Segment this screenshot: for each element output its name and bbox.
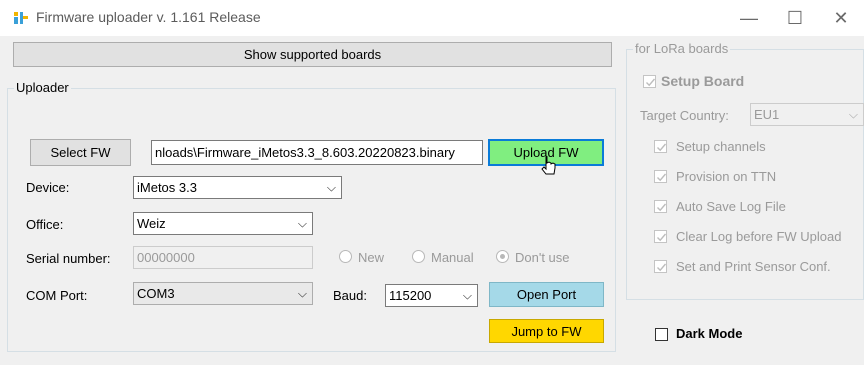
target-country-label: Target Country: (640, 108, 729, 123)
close-icon: ✕ (833, 7, 849, 28)
checkmark-icon (657, 263, 667, 272)
checkmark-icon (657, 233, 667, 242)
serial-number-label: Serial number: (26, 251, 111, 266)
jump-to-fw-label: Jump to FW (511, 323, 582, 339)
jump-to-fw-button[interactable]: Jump to FW (489, 319, 604, 343)
show-supported-boards-label: Show supported boards (243, 47, 382, 62)
firmware-path-value: nloads\Firmware_iMetos3.3_8.603.20220823… (155, 145, 455, 160)
provision-ttn-label: Provision on TTN (676, 169, 777, 184)
com-port-dropdown[interactable]: COM3 ⌵ (133, 282, 313, 305)
clear-log-label: Clear Log before FW Upload (676, 229, 842, 244)
chevron-down-icon: ⌵ (297, 286, 307, 300)
office-dropdown[interactable]: Weiz ⌵ (133, 212, 313, 235)
print-sensor-conf-checkbox[interactable] (654, 260, 667, 273)
radio-manual[interactable] (412, 250, 425, 263)
chevron-down-icon: ⌵ (297, 216, 307, 230)
auto-save-log-label: Auto Save Log File (676, 199, 786, 214)
com-port-label: COM Port: (26, 288, 88, 303)
show-supported-boards-button[interactable]: Show supported boards (13, 42, 612, 67)
auto-save-log-checkbox[interactable] (654, 200, 667, 213)
baud-label: Baud: (333, 288, 367, 303)
target-country-value: EU1 (754, 107, 780, 122)
app-icon (13, 10, 29, 26)
select-fw-label: Select FW (50, 145, 111, 160)
baud-value: 115200 (389, 288, 432, 303)
setup-channels-label: Setup channels (676, 139, 766, 154)
radio-dont-use-label: Don't use (515, 250, 570, 265)
print-sensor-conf-label: Set and Print Sensor Conf. (676, 259, 831, 274)
minimize-icon: — (740, 7, 758, 28)
target-country-dropdown[interactable]: EU1 ⌵ (750, 103, 864, 126)
minimize-button[interactable]: — (726, 0, 772, 36)
title-bar: Firmware uploader v. 1.161 Release — ☐ ✕ (0, 0, 864, 36)
com-port-value: COM3 (137, 286, 175, 301)
baud-dropdown[interactable]: 115200 ⌵ (385, 284, 478, 307)
device-value: iMetos 3.3 (137, 180, 197, 195)
chevron-down-icon: ⌵ (326, 180, 336, 194)
serial-number-value: 00000000 (137, 250, 195, 265)
checkmark-icon (657, 203, 667, 212)
serial-number-field[interactable]: 00000000 (133, 246, 313, 269)
radio-manual-label: Manual (431, 250, 474, 265)
maximize-icon: ☐ (786, 7, 804, 28)
open-port-button[interactable]: Open Port (489, 282, 604, 307)
dark-mode-label: Dark Mode (676, 326, 743, 341)
radio-dont-use[interactable] (496, 250, 509, 263)
mouse-cursor-icon (541, 156, 559, 178)
checkmark-icon (657, 173, 667, 182)
radio-new-label: New (358, 250, 385, 265)
firmware-path-field[interactable]: nloads\Firmware_iMetos3.3_8.603.20220823… (151, 140, 483, 165)
checkmark-icon (657, 143, 667, 152)
provision-ttn-checkbox[interactable] (654, 170, 667, 183)
window-title: Firmware uploader v. 1.161 Release (36, 9, 261, 25)
select-fw-button[interactable]: Select FW (30, 139, 131, 166)
uploader-legend: Uploader (14, 80, 71, 95)
setup-board-checkbox[interactable] (643, 75, 656, 88)
dark-mode-checkbox[interactable] (655, 328, 668, 341)
checkmark-icon (646, 78, 656, 87)
setup-board-label: Setup Board (661, 73, 745, 89)
lora-legend: for LoRa boards (633, 41, 731, 56)
office-value: Weiz (137, 216, 166, 231)
setup-channels-checkbox[interactable] (654, 140, 667, 153)
close-button[interactable]: ✕ (818, 0, 864, 36)
device-dropdown[interactable]: iMetos 3.3 ⌵ (133, 176, 342, 199)
chevron-down-icon: ⌵ (848, 107, 858, 121)
device-label: Device: (26, 180, 70, 195)
open-port-label: Open Port (516, 287, 577, 302)
office-label: Office: (26, 217, 64, 232)
maximize-button[interactable]: ☐ (772, 0, 818, 36)
clear-log-checkbox[interactable] (654, 230, 667, 243)
radio-new[interactable] (339, 250, 352, 263)
chevron-down-icon: ⌵ (462, 288, 472, 302)
